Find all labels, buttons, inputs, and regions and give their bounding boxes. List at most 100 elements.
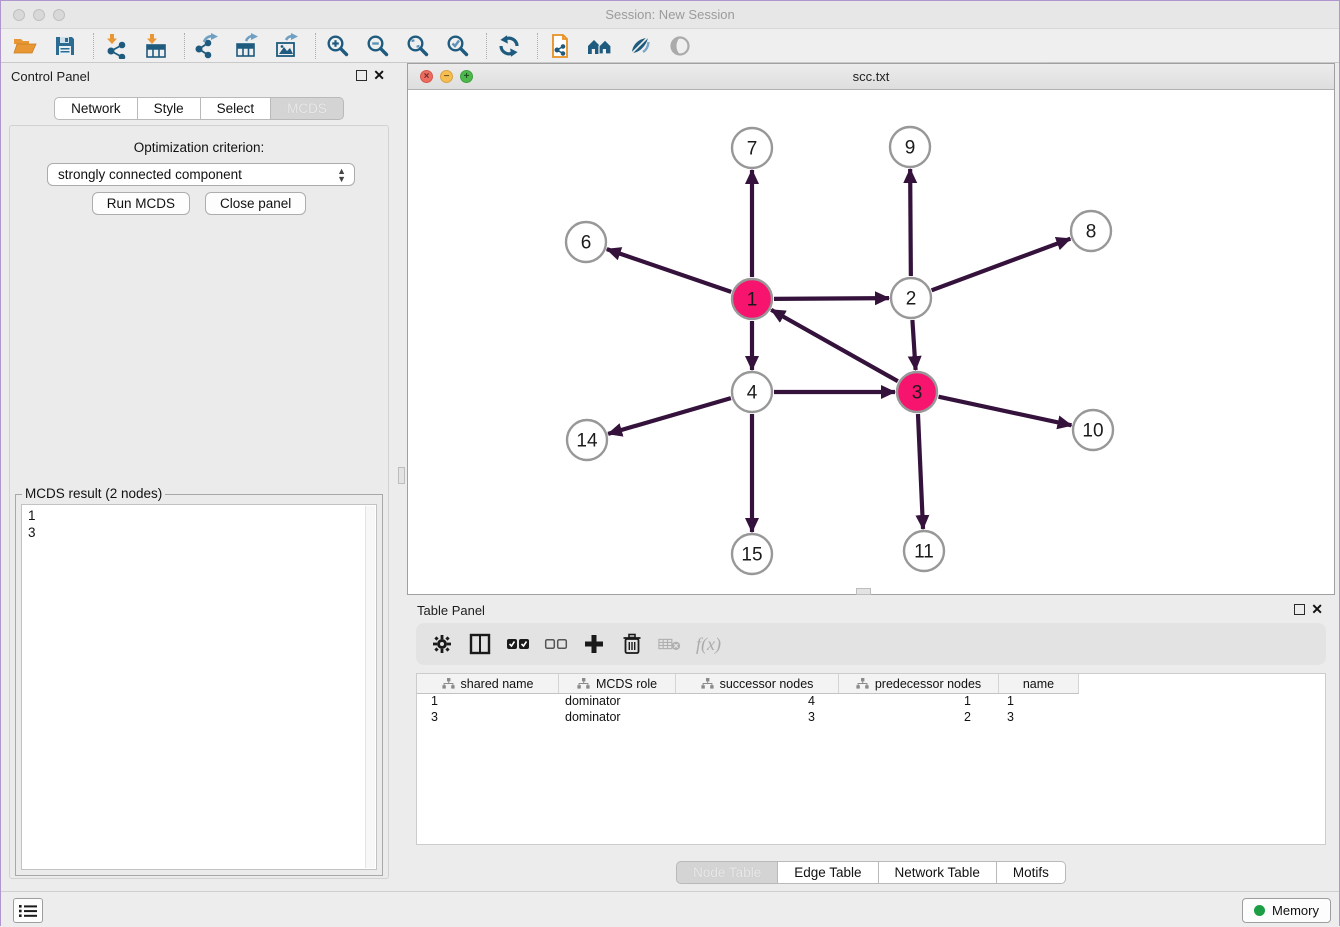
edge-3-11[interactable]	[918, 414, 923, 529]
node-label: 3	[912, 383, 923, 404]
column-header-shared-name[interactable]: shared name	[417, 674, 559, 694]
edge-3-1[interactable]	[771, 310, 898, 381]
table-cell[interactable]: dominator	[559, 694, 676, 710]
node-11[interactable]: 11	[904, 531, 944, 571]
node-6[interactable]: 6	[566, 222, 606, 262]
node-table: shared name MCDS role successor nodes pr…	[416, 673, 1326, 845]
edge-2-8[interactable]	[932, 239, 1071, 291]
node-label: 7	[747, 139, 758, 160]
table-cell[interactable]: 3	[417, 710, 559, 726]
show-columns-icon[interactable]	[468, 632, 492, 656]
toolbar-separator	[93, 33, 94, 59]
edge-2-3[interactable]	[912, 320, 915, 370]
edge-1-6[interactable]	[607, 249, 731, 292]
delete-columns-icon[interactable]	[620, 632, 644, 656]
table-cell[interactable]: 1	[999, 694, 1079, 710]
node-7[interactable]: 7	[732, 128, 772, 168]
close-panel-button[interactable]: Close panel	[205, 192, 306, 215]
tab-mcds[interactable]: MCDS	[271, 97, 344, 120]
memory-status-icon	[1254, 905, 1265, 916]
mcds-result-groupbox: MCDS result (2 nodes) 1 3	[15, 494, 383, 876]
node-4[interactable]: 4	[732, 372, 772, 412]
edge-3-10[interactable]	[939, 397, 1072, 426]
table-cell[interactable]: dominator	[559, 710, 676, 726]
table-row[interactable]: 1dominator411	[417, 694, 1325, 710]
shared-column-icon	[701, 678, 714, 689]
column-header-mcds-role[interactable]: MCDS role	[559, 674, 676, 694]
cytoscape-window: { "window": { "title": "Session: New Ses…	[0, 0, 1340, 926]
network-window-title: scc.txt	[408, 69, 1334, 84]
table-row[interactable]: 3dominator323	[417, 710, 1325, 726]
zoom-out-icon[interactable]	[364, 32, 392, 60]
table-cell[interactable]: 1	[839, 694, 999, 710]
mcds-result-scrollbar[interactable]	[365, 506, 375, 868]
select-all-columns-icon[interactable]	[506, 632, 530, 656]
column-header-predecessor-nodes[interactable]: predecessor nodes	[839, 674, 999, 694]
table-cell[interactable]: 3	[676, 710, 839, 726]
tab-select[interactable]: Select	[201, 97, 272, 120]
table-cell[interactable]: 4	[676, 694, 839, 710]
unselect-all-columns-icon[interactable]	[544, 632, 568, 656]
node-1[interactable]: 1	[732, 279, 772, 319]
node-label: 4	[747, 383, 758, 404]
network-graph: 7 9 6 8 1 2 4 3 14 10 15 11	[408, 90, 1334, 594]
panel-splitter-handle[interactable]	[398, 467, 405, 484]
node-14[interactable]: 14	[567, 420, 607, 460]
task-history-button[interactable]	[13, 898, 43, 923]
zoom-fit-icon[interactable]	[404, 32, 432, 60]
tab-node-table[interactable]: Node Table	[676, 861, 778, 884]
import-table-icon[interactable]	[142, 32, 170, 60]
toolbar-separator	[315, 33, 316, 59]
node-10[interactable]: 10	[1073, 410, 1113, 450]
column-header-successor-nodes[interactable]: successor nodes	[676, 674, 839, 694]
network-canvas[interactable]: 7 9 6 8 1 2 4 3 14 10 15 11	[408, 90, 1334, 594]
export-image-icon[interactable]	[273, 32, 301, 60]
close-panel-icon[interactable]: ✕	[373, 68, 385, 82]
run-mcds-button[interactable]: Run MCDS	[92, 192, 190, 215]
export-table-icon[interactable]	[233, 32, 261, 60]
node-9[interactable]: 9	[890, 127, 930, 167]
export-network-icon[interactable]	[193, 32, 221, 60]
graphics-details-icon[interactable]	[626, 32, 654, 60]
toolbar-separator	[184, 33, 185, 59]
edge-4-14[interactable]	[608, 398, 731, 434]
table-cell[interactable]: 2	[839, 710, 999, 726]
edge-2-9[interactable]	[910, 169, 911, 276]
zoom-in-icon[interactable]	[324, 32, 352, 60]
tab-motifs[interactable]: Motifs	[997, 861, 1066, 884]
create-column-icon[interactable]	[582, 632, 606, 656]
open-session-icon[interactable]	[11, 32, 39, 60]
tab-style[interactable]: Style	[138, 97, 201, 120]
edge-1-2[interactable]	[774, 298, 889, 299]
float-panel-icon[interactable]	[1294, 604, 1305, 615]
table-cell[interactable]: 3	[999, 710, 1079, 726]
tab-network-table[interactable]: Network Table	[879, 861, 997, 884]
float-panel-icon[interactable]	[356, 70, 367, 81]
close-panel-icon[interactable]: ✕	[1311, 602, 1323, 616]
tab-edge-table[interactable]: Edge Table	[778, 861, 878, 884]
table-cell[interactable]: 1	[417, 694, 559, 710]
memory-button[interactable]: Memory	[1242, 898, 1331, 923]
tab-network[interactable]: Network	[54, 97, 138, 120]
node-label: 15	[741, 545, 762, 566]
toolbar-separator	[537, 33, 538, 59]
node-3[interactable]: 3	[897, 372, 937, 412]
show-hide-icon[interactable]	[666, 32, 694, 60]
node-label: 6	[581, 233, 592, 254]
zoom-selected-icon[interactable]	[444, 32, 472, 60]
mcds-result-list[interactable]: 1 3	[21, 504, 377, 870]
optimization-criterion-select[interactable]: strongly connected component ▲▼	[47, 163, 355, 186]
column-header-name[interactable]: name	[999, 674, 1079, 694]
node-2[interactable]: 2	[891, 278, 931, 318]
delete-table-icon	[658, 632, 682, 656]
control-panel-header: Control Panel ✕	[1, 63, 397, 89]
node-8[interactable]: 8	[1071, 211, 1111, 251]
table-options-gear-icon[interactable]	[430, 632, 454, 656]
save-session-icon[interactable]	[51, 32, 79, 60]
import-network-icon[interactable]	[102, 32, 130, 60]
node-15[interactable]: 15	[732, 534, 772, 574]
first-neighbors-icon[interactable]	[586, 32, 614, 60]
panel-splitter-handle[interactable]	[856, 588, 871, 595]
new-network-from-selection-icon[interactable]	[546, 32, 574, 60]
apply-preferred-layout-icon[interactable]	[495, 32, 523, 60]
